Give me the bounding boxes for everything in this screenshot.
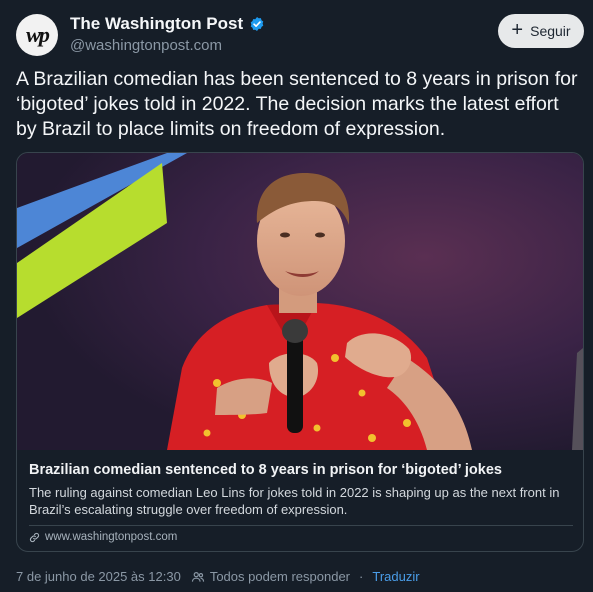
card-image[interactable] bbox=[17, 153, 583, 450]
follow-button[interactable]: + Seguir bbox=[498, 14, 584, 48]
meta-separator: · bbox=[359, 569, 364, 584]
plus-icon: + bbox=[511, 19, 524, 41]
post-text: A Brazilian comedian has been sentenced … bbox=[16, 68, 578, 140]
author-name[interactable]: The Washington Post bbox=[70, 14, 243, 34]
author-handle[interactable]: @washingtonpost.com bbox=[70, 37, 265, 54]
post-meta: 7 de junho de 2025 às 12:30 Todos podem … bbox=[16, 569, 420, 584]
reply-setting: Todos podem responder bbox=[209, 569, 351, 584]
link-icon bbox=[29, 532, 40, 542]
card-title[interactable]: Brazilian comedian sentenced to 8 years … bbox=[29, 462, 573, 478]
author-avatar[interactable]: wp bbox=[16, 14, 58, 56]
verified-badge-icon bbox=[250, 17, 264, 31]
card-description: The ruling against comedian Leo Lins for… bbox=[29, 485, 560, 517]
post-timestamp[interactable]: 7 de junho de 2025 às 12:30 bbox=[16, 569, 181, 584]
translate-link[interactable]: Traduzir bbox=[372, 569, 419, 584]
follow-label: Seguir bbox=[530, 23, 571, 39]
people-icon bbox=[191, 571, 204, 582]
card-divider bbox=[29, 525, 573, 526]
author-info: The Washington Post @washingtonpost.com bbox=[70, 14, 265, 54]
link-preview-card[interactable]: Brazilian comedian sentenced to 8 years … bbox=[16, 152, 584, 552]
card-domain-text: www.washingtonpost.com bbox=[45, 531, 178, 543]
card-domain[interactable]: www.washingtonpost.com bbox=[29, 531, 177, 543]
